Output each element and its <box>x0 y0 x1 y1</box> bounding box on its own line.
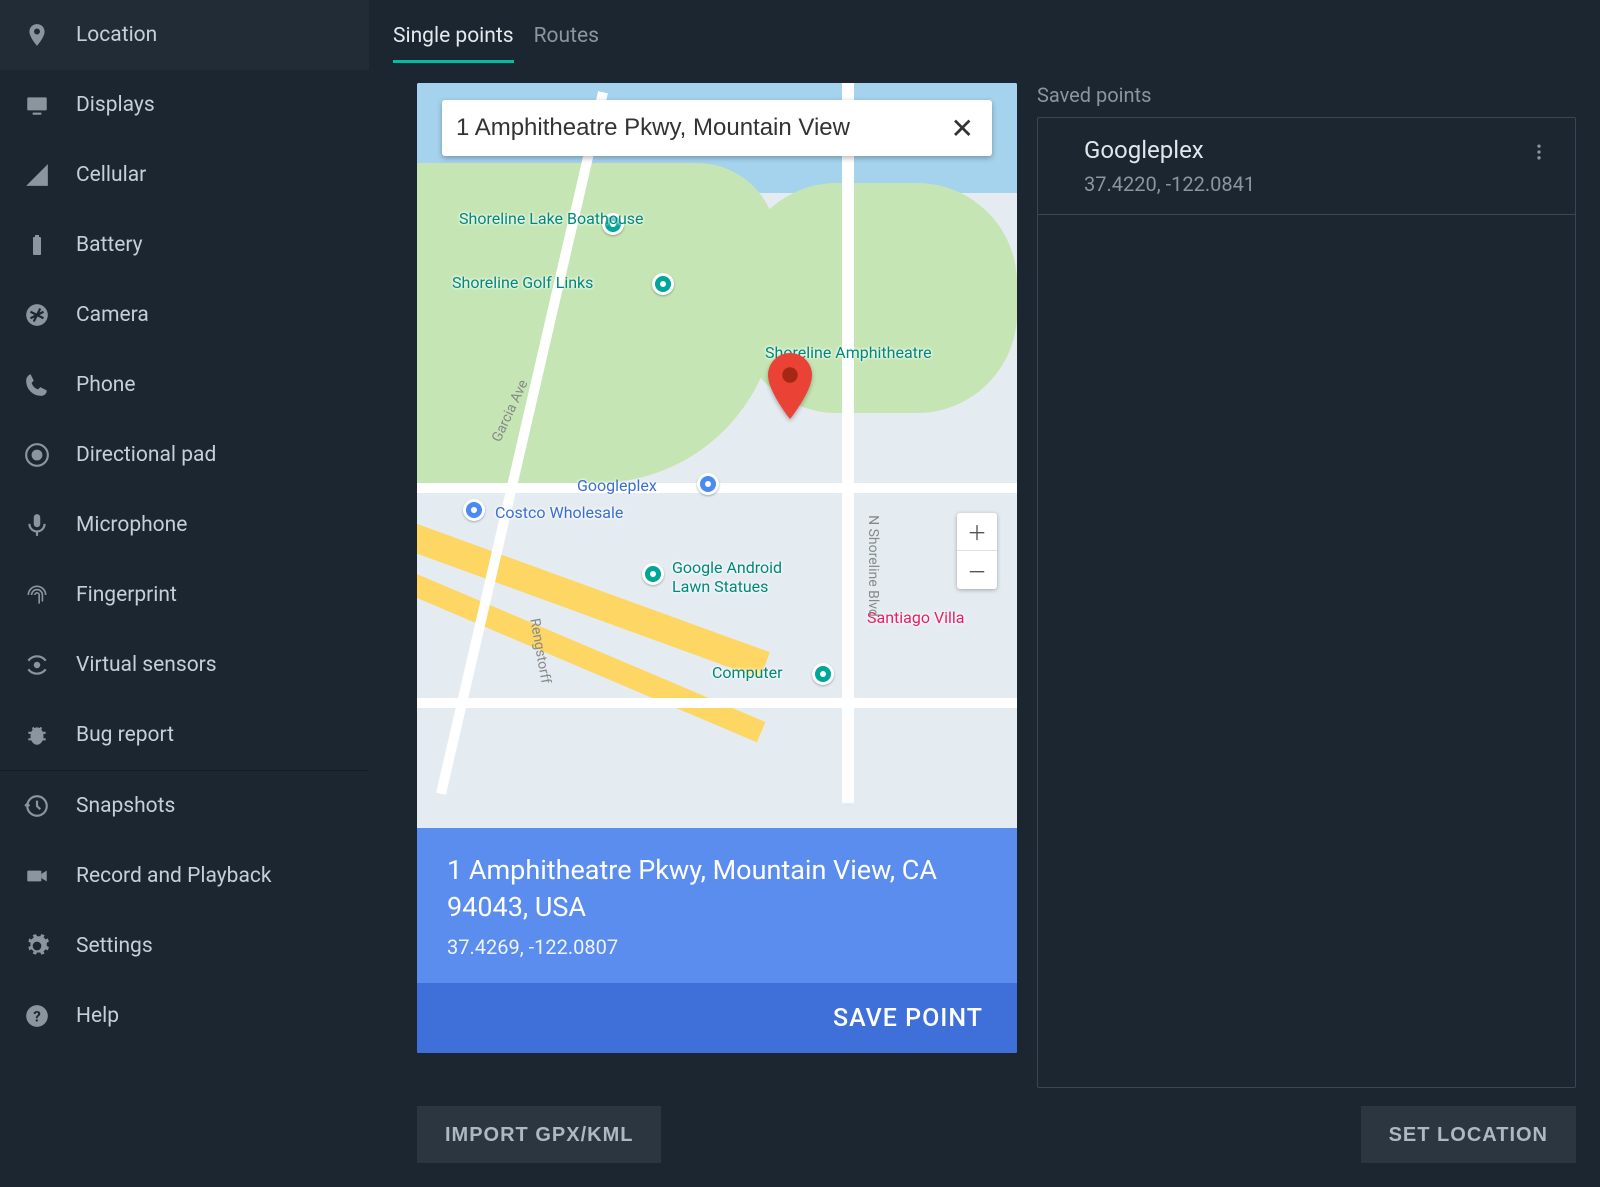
sidebar-item-label: Snapshots <box>76 794 175 818</box>
location-pin-icon <box>24 22 50 48</box>
signal-icon <box>24 162 50 188</box>
sidebar: Location Displays Cellular Battery Camer… <box>0 0 369 1187</box>
sidebar-item-label: Microphone <box>76 513 187 537</box>
zoom-control: ＋ － <box>957 513 997 589</box>
poi-shoreline-lake: Shoreline Lake Boathouse <box>459 209 644 228</box>
road-shoreline-blvd: N Shoreline Blvd <box>865 515 881 617</box>
sidebar-item-label: Fingerprint <box>76 583 177 607</box>
zoom-out-button[interactable]: － <box>957 551 997 589</box>
footer: IMPORT GPX/KML SET LOCATION <box>369 1088 1600 1187</box>
aperture-icon <box>24 302 50 328</box>
svg-text:?: ? <box>33 1007 41 1025</box>
set-location-button[interactable]: SET LOCATION <box>1361 1106 1576 1163</box>
search-input[interactable] <box>456 114 947 142</box>
sensors-icon <box>24 652 50 678</box>
tab-single-points[interactable]: Single points <box>393 16 514 63</box>
sidebar-item-microphone[interactable]: Microphone <box>0 490 369 560</box>
sidebar-item-label: Displays <box>76 93 155 117</box>
sidebar-item-label: Camera <box>76 303 149 327</box>
poi-costco: Costco Wholesale <box>495 503 623 522</box>
sidebar-item-label: Settings <box>76 934 153 958</box>
sidebar-item-label: Virtual sensors <box>76 653 217 677</box>
map-pin-icon <box>767 353 813 423</box>
sidebar-item-label: Location <box>76 23 157 47</box>
bug-icon <box>24 722 50 748</box>
sidebar-item-snapshots[interactable]: Snapshots <box>0 771 369 841</box>
mic-icon <box>24 512 50 538</box>
sidebar-item-label: Record and Playback <box>76 864 272 888</box>
save-point-button[interactable]: SAVE POINT <box>417 983 1017 1053</box>
tab-routes[interactable]: Routes <box>534 16 599 63</box>
dpad-icon <box>24 442 50 468</box>
display-icon <box>24 92 50 118</box>
tabs: Single points Routes <box>369 0 1600 63</box>
selected-address: 1 Amphitheatre Pkwy, Mountain View, CA 9… <box>447 852 987 925</box>
sidebar-item-help[interactable]: ? Help <box>0 981 369 1051</box>
main-panel: Single points Routes <box>369 0 1600 1187</box>
poi-googleplex: Googleplex <box>577 476 657 495</box>
fingerprint-icon <box>24 582 50 608</box>
map[interactable]: Shoreline Lake Boathouse Shoreline Golf … <box>417 83 1017 1053</box>
sidebar-item-label: Cellular <box>76 163 146 187</box>
sidebar-item-dpad[interactable]: Directional pad <box>0 420 369 490</box>
saved-point-item[interactable]: Googleplex 37.4220, -122.0841 <box>1038 118 1575 215</box>
sidebar-item-displays[interactable]: Displays <box>0 70 369 140</box>
saved-points-header: Saved points <box>1037 83 1576 107</box>
selected-coords: 37.4269, -122.0807 <box>447 935 987 959</box>
sidebar-item-camera[interactable]: Camera <box>0 280 369 350</box>
poi-computer: Computer <box>712 663 783 682</box>
sidebar-item-phone[interactable]: Phone <box>0 350 369 420</box>
history-icon <box>24 793 50 819</box>
poi-android-statues: Google Android Lawn Statues <box>672 558 782 596</box>
poi-shoreline-golf: Shoreline Golf Links <box>452 273 593 292</box>
clear-search-icon[interactable]: ✕ <box>947 112 978 145</box>
sidebar-item-record[interactable]: Record and Playback <box>0 841 369 911</box>
sidebar-item-label: Directional pad <box>76 443 216 467</box>
phone-icon <box>24 372 50 398</box>
sidebar-item-fingerprint[interactable]: Fingerprint <box>0 560 369 630</box>
sidebar-item-label: Help <box>76 1004 119 1028</box>
zoom-in-button[interactable]: ＋ <box>957 513 997 551</box>
saved-point-coords: 37.4220, -122.0841 <box>1084 172 1523 196</box>
sidebar-item-sensors[interactable]: Virtual sensors <box>0 630 369 700</box>
sidebar-item-label: Bug report <box>76 723 174 747</box>
help-icon: ? <box>24 1003 50 1029</box>
sidebar-item-cellular[interactable]: Cellular <box>0 140 369 210</box>
battery-icon <box>24 232 50 258</box>
more-options-icon[interactable] <box>1523 136 1555 172</box>
sidebar-item-label: Battery <box>76 233 143 257</box>
sidebar-item-battery[interactable]: Battery <box>0 210 369 280</box>
import-gpx-button[interactable]: IMPORT GPX/KML <box>417 1106 661 1163</box>
saved-points-list: Googleplex 37.4220, -122.0841 <box>1037 117 1576 1088</box>
sidebar-item-settings[interactable]: Settings <box>0 911 369 981</box>
map-search-bar: ✕ <box>442 100 992 156</box>
saved-point-name: Googleplex <box>1084 136 1523 164</box>
sidebar-item-bugreport[interactable]: Bug report <box>0 700 369 770</box>
video-icon <box>24 863 50 889</box>
poi-santiago: Santiago Villa <box>867 608 965 627</box>
gear-icon <box>24 933 50 959</box>
sidebar-item-location[interactable]: Location <box>0 0 369 70</box>
selected-location-panel: 1 Amphitheatre Pkwy, Mountain View, CA 9… <box>417 828 1017 983</box>
sidebar-item-label: Phone <box>76 373 136 397</box>
